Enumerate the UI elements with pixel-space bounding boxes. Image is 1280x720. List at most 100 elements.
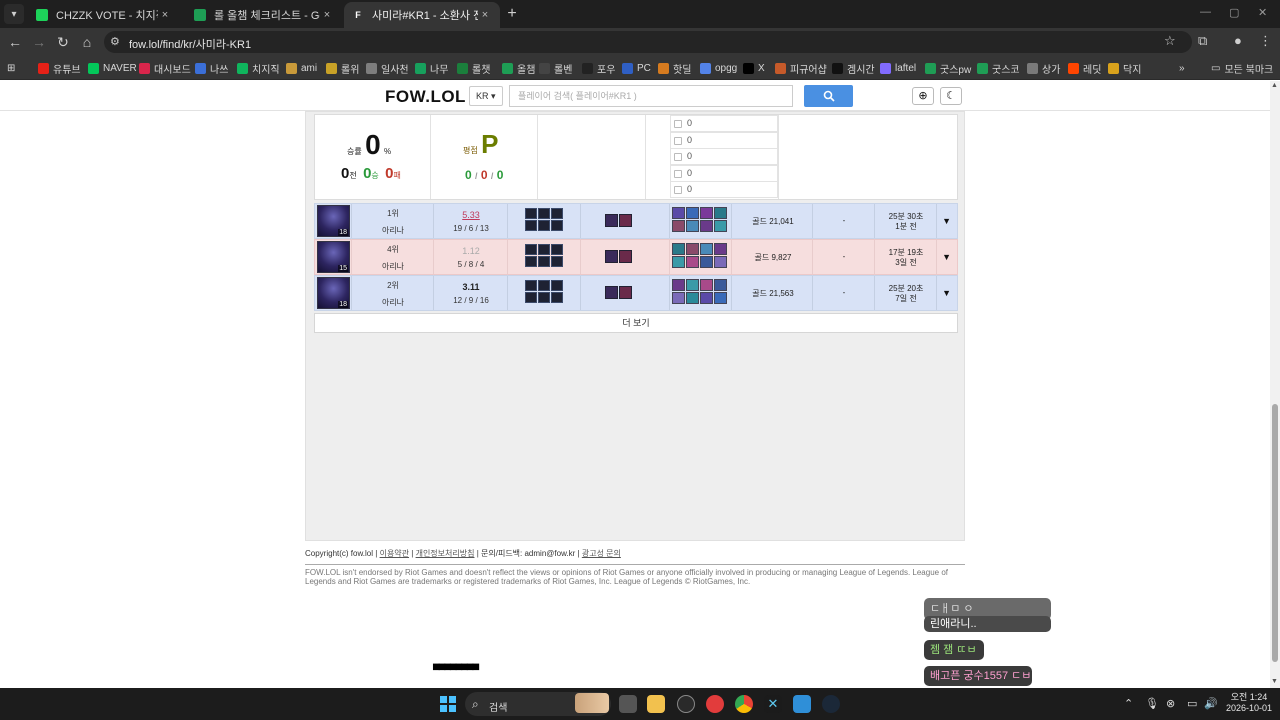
- bookmark-item[interactable]: 핫딜: [658, 61, 691, 76]
- task-view-icon[interactable]: [619, 695, 637, 713]
- divider: |: [577, 549, 580, 558]
- search-highlight-icon[interactable]: [575, 693, 609, 713]
- expand-toggle-icon[interactable]: ▼: [942, 288, 951, 298]
- bookmark-item[interactable]: 포우: [582, 61, 615, 76]
- kills-avg: 0: [465, 168, 472, 182]
- back-icon[interactable]: ←: [6, 33, 24, 51]
- divider: [315, 204, 937, 238]
- tray-app-icon[interactable]: ⊗: [1166, 697, 1175, 710]
- bookmark-label: opgg: [715, 62, 738, 74]
- bookmark-item[interactable]: 상가: [1027, 61, 1060, 76]
- bookmark-item[interactable]: 나무: [415, 61, 448, 76]
- tab-fow-lol[interactable]: F 사미라#KR1 - 소환사 전적 :: F ×: [344, 2, 500, 28]
- system-clock[interactable]: 오전 1:24 2026-10-01: [1226, 692, 1272, 714]
- games-unit: 전: [349, 171, 357, 180]
- address-bar[interactable]: [104, 31, 1192, 53]
- bookmark-item[interactable]: 나쓰: [195, 61, 228, 76]
- capcut-icon[interactable]: ✕: [764, 695, 782, 713]
- search-icon: [823, 90, 835, 102]
- winrate-label: 승률: [347, 147, 362, 156]
- home-icon[interactable]: ⌂: [78, 33, 96, 51]
- bookmark-label: 롤벤: [554, 64, 573, 76]
- rating-value: P: [481, 129, 499, 159]
- footer-divider: [305, 564, 965, 565]
- divider: |: [375, 549, 378, 558]
- bookmark-item[interactable]: 겜시간: [832, 61, 875, 76]
- bookmark-item[interactable]: ami: [286, 61, 317, 75]
- search-button[interactable]: [804, 85, 853, 107]
- start-button-icon[interactable]: [440, 696, 456, 712]
- language-globe-button[interactable]: ⊕: [912, 87, 934, 105]
- new-tab-button[interactable]: +: [504, 6, 520, 22]
- privacy-link[interactable]: 개인정보처리방침: [416, 549, 475, 558]
- terms-link[interactable]: 이용약관: [380, 549, 409, 558]
- menu-icon[interactable]: ⋮: [1259, 33, 1272, 49]
- scrollbar-thumb[interactable]: [1272, 404, 1278, 662]
- expand-toggle-icon[interactable]: ▼: [942, 252, 951, 262]
- bookmark-item[interactable]: 유튜브: [38, 61, 81, 76]
- close-icon[interactable]: ×: [158, 9, 172, 21]
- scroll-up-icon[interactable]: ▲: [1271, 82, 1278, 89]
- tab-google-sheets[interactable]: 롤 올챔 체크리스트 - Google S ×: [186, 2, 342, 28]
- display-icon[interactable]: ▭: [1187, 697, 1197, 710]
- scroll-down-icon[interactable]: ▼: [1271, 678, 1278, 685]
- bookmark-favicon-icon: [38, 62, 49, 74]
- bookmark-item[interactable]: 레딧: [1068, 61, 1101, 76]
- steam-icon[interactable]: [822, 695, 840, 713]
- riot-disclaimer: FOW.LOL isn't endorsed by Riot Games and…: [305, 568, 948, 586]
- microphone-icon[interactable]: 🎙: [1145, 697, 1159, 710]
- bookmark-item[interactable]: 피규어샵: [775, 61, 827, 76]
- profile-icon[interactable]: ●: [1234, 33, 1242, 48]
- close-icon[interactable]: ×: [478, 9, 492, 21]
- ads-link[interactable]: 광고성 문의: [582, 549, 621, 558]
- maximize-icon[interactable]: ▢: [1229, 6, 1239, 19]
- extensions-icon[interactable]: ⧉: [1198, 33, 1207, 49]
- forward-icon[interactable]: →: [30, 33, 48, 51]
- apps-grid-icon[interactable]: ⊞: [7, 61, 15, 75]
- bookmark-item[interactable]: 일사천: [366, 61, 409, 76]
- minimize-icon[interactable]: —: [1200, 6, 1211, 18]
- bookmark-label: 치지직: [252, 64, 280, 76]
- bookmark-item[interactable]: 닥지: [1108, 61, 1141, 76]
- url-text[interactable]: fow.lol/find/kr/사미라-KR1: [129, 36, 251, 52]
- bookmark-item[interactable]: PC: [622, 61, 651, 75]
- bookmark-item[interactable]: NAVER: [88, 61, 137, 75]
- bookmark-star-icon[interactable]: ☆: [1164, 33, 1176, 49]
- player-search-input[interactable]: 플레이어 검색( 플레이어#KR1 ): [509, 85, 793, 107]
- close-icon[interactable]: ×: [320, 9, 334, 21]
- bookmark-item[interactable]: laftel: [880, 61, 916, 75]
- chrome-icon[interactable]: [735, 695, 753, 713]
- expand-toggle-icon[interactable]: ▼: [942, 216, 951, 226]
- tab-chzzk-vote[interactable]: CHZZK VOTE - 치지직 투표 ㅊ ×: [28, 2, 180, 28]
- tab-search-button[interactable]: ▾: [4, 4, 24, 24]
- bookmarks-overflow-button[interactable]: »: [1179, 61, 1185, 75]
- bookmark-item[interactable]: 굿스pw: [925, 61, 971, 76]
- volume-icon[interactable]: 🔊: [1204, 697, 1218, 710]
- match-row[interactable]: 18 1위 아리나 5.33 19 / 6 / 13 골드 21,041-25분 30초 1…: [314, 203, 958, 239]
- window-close-icon[interactable]: ✕: [1258, 6, 1267, 19]
- file-explorer-icon[interactable]: [647, 695, 665, 713]
- bookmark-item[interactable]: 치지직: [237, 61, 280, 76]
- notepad-icon[interactable]: [793, 695, 811, 713]
- bookmark-item[interactable]: 롤벤: [539, 61, 573, 76]
- chat-app-icon[interactable]: [706, 695, 724, 713]
- reload-icon[interactable]: ↻: [54, 33, 72, 51]
- tray-expand-icon[interactable]: ⌃: [1124, 697, 1133, 710]
- match-row[interactable]: 15 4위 아리나 1.12 5 / 8 / 4 골드 9,827-17분 19초 3일 전…: [314, 239, 958, 275]
- bookmark-item[interactable]: 대시보드: [139, 61, 191, 76]
- site-logo[interactable]: FOW.LOL: [385, 87, 466, 107]
- all-bookmarks-folder[interactable]: ▭ 모든 북마크: [1211, 61, 1273, 76]
- bookmark-item[interactable]: opgg: [700, 61, 737, 75]
- dark-mode-button[interactable]: ☾: [940, 87, 962, 105]
- bookmark-item[interactable]: 롤위: [326, 61, 359, 76]
- obs-icon[interactable]: [677, 695, 695, 713]
- region-select[interactable]: KR ▾: [469, 86, 503, 106]
- load-more-button[interactable]: 더 보기: [314, 313, 958, 333]
- bookmark-item[interactable]: 롤챗: [457, 61, 490, 76]
- site-info-icon[interactable]: ⚙: [110, 35, 120, 48]
- bookmark-item[interactable]: X: [743, 61, 765, 75]
- match-row[interactable]: 18 2위 아리나 3.11 12 / 9 / 16 골드 21,563-25분 20초 7…: [314, 275, 958, 311]
- bookmark-item[interactable]: 굿스코: [977, 61, 1020, 76]
- position-stat-row: 0: [670, 148, 778, 165]
- bookmark-item[interactable]: 올챔: [502, 61, 535, 76]
